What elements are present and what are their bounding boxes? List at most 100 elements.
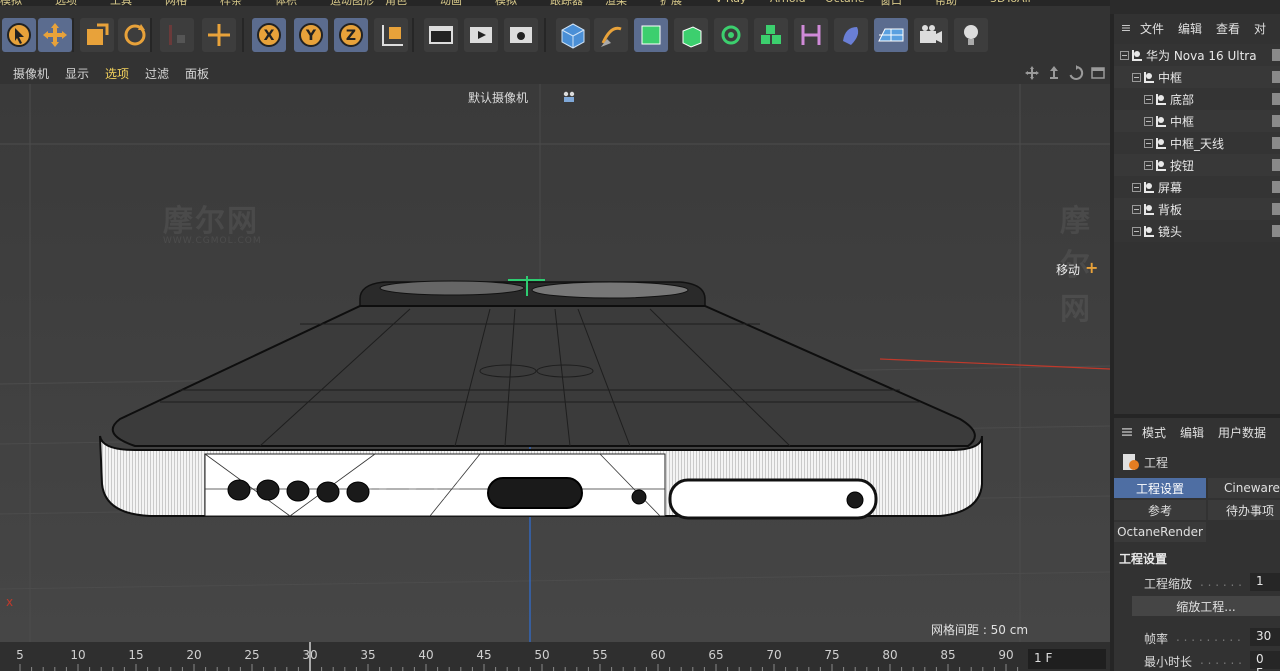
expand-toggle-icon[interactable] [1144, 138, 1153, 148]
tab-todo[interactable]: 待办事项 [1208, 500, 1280, 520]
light-icon [964, 25, 978, 45]
om-menu-object[interactable]: 对 [1254, 20, 1266, 37]
camera-mode-icon[interactable] [560, 90, 578, 104]
y-axis-tool-button[interactable]: Y [294, 18, 328, 52]
move-tool-button[interactable] [38, 18, 72, 52]
timeline-tick-label: 5 [16, 648, 24, 662]
symmetry-tool-button[interactable] [794, 18, 828, 52]
visibility-check-icon[interactable] [1272, 71, 1280, 83]
view-menu-display[interactable]: 显示 [65, 65, 89, 82]
am-menu-userdata[interactable]: 用户数据 [1218, 424, 1266, 441]
rotate-tool-button[interactable] [118, 18, 152, 52]
svg-text:Y: Y [305, 28, 317, 44]
view-menu-camera[interactable]: 摄像机 [13, 65, 49, 82]
render-view-tool-button[interactable] [464, 18, 498, 52]
current-frame-field[interactable]: 1 F [1028, 649, 1106, 669]
am-menu-mode[interactable]: 模式 [1142, 424, 1166, 441]
object-tree-row[interactable]: 底部 [1114, 88, 1280, 110]
visibility-check-icon[interactable] [1272, 225, 1280, 237]
main-menu-item[interactable]: Octane [825, 0, 865, 5]
timeline-tick-label: 80 [882, 648, 898, 662]
scale-tool-button[interactable] [80, 18, 114, 52]
tab-octanerender[interactable]: OctaneRender [1114, 522, 1206, 542]
om-menu-view[interactable]: 查看 [1216, 20, 1240, 37]
deformer-tool-button[interactable] [834, 18, 868, 52]
x-axis-tool-button[interactable]: X [252, 18, 286, 52]
object-tree-row[interactable]: 中框 [1114, 66, 1280, 88]
expand-toggle-icon[interactable] [1144, 116, 1153, 126]
object-tree-row[interactable]: 背板 [1114, 198, 1280, 220]
extrude-tool-button[interactable] [674, 18, 708, 52]
om-menu-file[interactable]: 文件 [1140, 20, 1164, 37]
fps-input[interactable]: 30 [1250, 628, 1280, 646]
floor-tool-button[interactable] [874, 18, 908, 52]
expand-toggle-icon[interactable] [1132, 226, 1141, 236]
3d-viewport[interactable]: x 摩尔网 WWW.CGMOL.COM 摩尔网 摩尔网 WWW.CGMOL.CO… [0, 84, 1110, 642]
visibility-check-icon[interactable] [1272, 203, 1280, 215]
main-menu-item[interactable]: Arnold [770, 0, 806, 5]
render-region-tool-button[interactable] [424, 18, 458, 52]
expand-toggle-icon[interactable] [1144, 160, 1153, 170]
object-tree-row[interactable]: 屏幕 [1114, 176, 1280, 198]
min-time-input[interactable]: 0 F [1250, 651, 1280, 671]
hamburger-icon[interactable] [1122, 22, 1130, 34]
rotate-view-icon[interactable] [1068, 65, 1084, 81]
visibility-check-icon[interactable] [1272, 93, 1280, 105]
am-menu-edit[interactable]: 编辑 [1180, 424, 1204, 441]
object-tree-row[interactable]: 中框 [1114, 110, 1280, 132]
object-tree-row[interactable]: 中框_天线 [1114, 132, 1280, 154]
visibility-check-icon[interactable] [1272, 181, 1280, 193]
scale-project-button[interactable]: 缩放工程... [1132, 596, 1280, 616]
cloner-tool-button[interactable] [714, 18, 748, 52]
cube-tool-button[interactable] [556, 18, 590, 52]
recent-tool-tool-button[interactable] [160, 18, 194, 52]
object-tree-row[interactable]: 镜头 [1114, 220, 1280, 242]
expand-toggle-icon[interactable] [1144, 94, 1153, 104]
camera-tool-button[interactable] [914, 18, 948, 52]
render-settings-tool-button[interactable] [504, 18, 538, 52]
object-tree-row[interactable]: 华为 Nova 16 Ultra [1114, 44, 1280, 66]
visibility-check-icon[interactable] [1272, 137, 1280, 149]
tab-reference[interactable]: 参考 [1114, 500, 1206, 520]
dolly-view-icon[interactable] [1046, 65, 1062, 81]
view-menu-panel[interactable]: 面板 [185, 65, 209, 82]
select-tool-button[interactable] [2, 18, 36, 52]
visibility-check-icon[interactable] [1272, 115, 1280, 127]
toolbar-separator [242, 18, 244, 52]
main-menu-item[interactable]: V-Ray [715, 0, 747, 5]
timeline-playhead[interactable] [309, 642, 311, 671]
project-scale-label: 工程缩放 [1144, 577, 1193, 591]
timeline-tick-label: 65 [708, 648, 724, 662]
main-menu-item[interactable]: 3DToAll [990, 0, 1031, 5]
expand-toggle-icon[interactable] [1132, 182, 1141, 192]
hamburger-icon[interactable] [1122, 426, 1132, 438]
pan-view-icon[interactable] [1024, 65, 1040, 81]
timeline-ruler[interactable]: 51015202530354045505560657075808590 [0, 642, 1110, 671]
coordinate-system-tool-button[interactable] [374, 18, 408, 52]
view-menu-options[interactable]: 选项 [105, 65, 129, 82]
visibility-check-icon[interactable] [1272, 49, 1280, 61]
null-object-icon [1144, 204, 1154, 215]
y-axis-icon: Y [299, 23, 323, 47]
pen-tool-button[interactable] [594, 18, 628, 52]
visibility-check-icon[interactable] [1272, 159, 1280, 171]
view-menu-filter[interactable]: 过滤 [145, 65, 169, 82]
move-tool-tool-button[interactable] [202, 18, 236, 52]
cloner-icon [721, 25, 741, 45]
maximize-view-icon[interactable] [1090, 65, 1106, 81]
light-tool-button[interactable] [954, 18, 988, 52]
subdivision-tool-button[interactable] [634, 18, 668, 52]
camera-label[interactable]: 默认摄像机 [468, 89, 528, 106]
project-scale-input[interactable]: 1 [1250, 573, 1280, 591]
tab-cineware[interactable]: Cineware [1208, 478, 1280, 498]
expand-toggle-icon[interactable] [1132, 204, 1141, 214]
null-object-icon [1156, 138, 1166, 149]
object-tree-row[interactable]: 按钮 [1114, 154, 1280, 176]
tab-project-settings[interactable]: 工程设置 [1114, 478, 1206, 498]
expand-toggle-icon[interactable] [1120, 50, 1129, 60]
mograph-tool-button[interactable] [754, 18, 788, 52]
expand-toggle-icon[interactable] [1132, 72, 1141, 82]
om-menu-edit[interactable]: 编辑 [1178, 20, 1202, 37]
z-axis-tool-button[interactable]: Z [334, 18, 368, 52]
watermark-center-url: WWW.CGMOL.COM [375, 492, 474, 502]
